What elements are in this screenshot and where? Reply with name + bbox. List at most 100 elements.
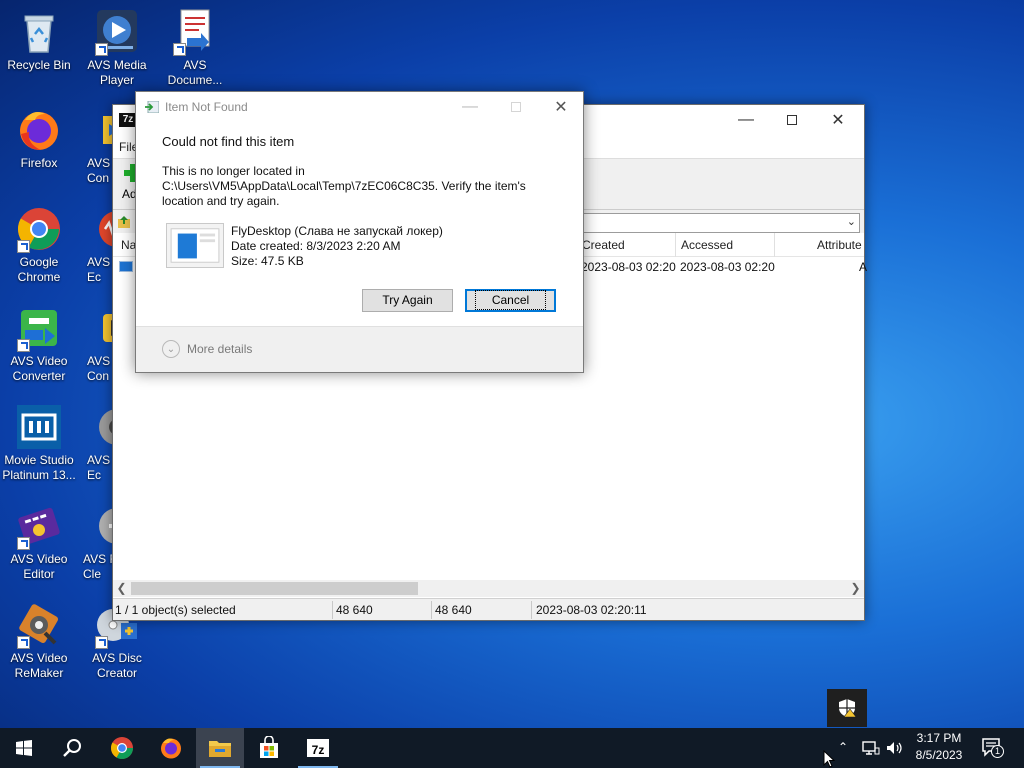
clock-date: 8/5/2023 bbox=[915, 748, 963, 762]
file-thumbnail bbox=[166, 223, 224, 268]
chrome-icon bbox=[111, 737, 133, 759]
taskbar: 7z ⌃ 3:17 PM 8/5/2023 1 bbox=[0, 728, 1024, 768]
taskbar-firefox[interactable] bbox=[147, 728, 195, 768]
file-date-created: Date created: 8/3/2023 2:20 AM bbox=[231, 239, 401, 253]
firefox-icon bbox=[15, 106, 63, 154]
maximize-icon bbox=[787, 115, 797, 125]
file-move-icon bbox=[145, 100, 160, 114]
close-icon: ✕ bbox=[554, 99, 568, 116]
desktop-icon-label: AVS Video Converter bbox=[10, 354, 68, 383]
start-button[interactable] bbox=[0, 728, 48, 768]
avs-media-player-icon bbox=[93, 8, 141, 56]
more-details-toggle[interactable]: ⌄ More details bbox=[162, 340, 252, 358]
item-not-found-dialog[interactable]: Item Not Found — ✕ Could not find this i… bbox=[135, 91, 584, 373]
scroll-right-icon[interactable]: ❯ bbox=[847, 580, 864, 597]
column-created[interactable]: Created bbox=[582, 238, 625, 252]
desktop-icon-movie-studio[interactable]: Movie Studio Platinum 13... bbox=[1, 403, 77, 483]
dialog-titlebar[interactable]: Item Not Found — ✕ bbox=[136, 92, 583, 122]
show-hidden-icons-chevron-up-icon[interactable]: ⌃ bbox=[838, 740, 848, 754]
cancel-button[interactable]: Cancel bbox=[465, 289, 556, 312]
file-icon bbox=[119, 261, 133, 272]
minimize-button[interactable]: — bbox=[723, 105, 769, 135]
desktop-icon-label: Movie Studio Platinum 13... bbox=[2, 453, 76, 482]
desktop-icon-avs-video-editor[interactable]: AVS Video Editor bbox=[1, 502, 77, 582]
dialog-footer: ⌄ More details bbox=[136, 326, 583, 372]
more-details-label: More details bbox=[187, 342, 253, 356]
desktop-icon-label: AVS Docume... bbox=[167, 58, 223, 87]
store-icon bbox=[260, 736, 278, 758]
close-icon: ✕ bbox=[831, 112, 845, 129]
up-folder-icon[interactable] bbox=[117, 215, 131, 229]
column-accessed[interactable]: Accessed bbox=[681, 238, 733, 252]
close-button[interactable]: ✕ bbox=[538, 92, 584, 122]
taskbar-7zip[interactable]: 7z bbox=[294, 728, 342, 768]
chevron-down-icon[interactable]: ⌄ bbox=[847, 215, 856, 228]
chevron-down-icon: ⌄ bbox=[162, 340, 180, 358]
shortcut-arrow-icon bbox=[17, 636, 30, 649]
desktop-icon-avs-video-remaker[interactable]: AVS Video ReMaker bbox=[1, 601, 77, 681]
desktop-icon-avs-document[interactable]: AVS Docume... bbox=[157, 8, 233, 88]
clock[interactable]: 3:17 PM 8/5/2023 bbox=[906, 731, 972, 762]
cell-created: 2023-08-03 02:20 bbox=[581, 260, 676, 274]
search-button[interactable] bbox=[48, 728, 96, 768]
scroll-left-icon[interactable]: ❮ bbox=[113, 580, 130, 597]
try-again-button[interactable]: Try Again bbox=[362, 289, 453, 312]
minimize-icon: — bbox=[462, 98, 478, 115]
status-modified: 2023-08-03 02:20:11 bbox=[536, 603, 647, 617]
shortcut-arrow-icon bbox=[17, 240, 30, 253]
minimize-button[interactable]: — bbox=[447, 92, 493, 122]
close-button[interactable]: ✕ bbox=[815, 105, 861, 135]
shortcut-arrow-icon bbox=[17, 537, 30, 550]
desktop-icon-label: AVS Media Player bbox=[87, 58, 147, 87]
file-info: FlyDesktop (Слава не запускай локер) Dat… bbox=[231, 224, 443, 269]
maximize-button-disabled bbox=[493, 92, 539, 122]
desktop-icon-label: Google Chrome bbox=[17, 255, 61, 284]
desktop-icon-label: AVS Video Editor bbox=[10, 552, 68, 581]
desktop-icon-label: Cle bbox=[83, 567, 102, 581]
desktop-icon-label: Ec bbox=[87, 270, 102, 284]
window-file-icon bbox=[170, 228, 220, 263]
avs-document-converter-icon bbox=[171, 8, 219, 56]
start-icon bbox=[16, 740, 32, 756]
column-divider[interactable] bbox=[774, 233, 775, 257]
desktop-icon-avs-media-player[interactable]: AVS Media Player bbox=[79, 8, 155, 88]
security-notification[interactable] bbox=[827, 689, 867, 727]
desktop-icon-label: AVS bbox=[87, 156, 111, 170]
desktop-icon-label: AVS bbox=[87, 453, 111, 467]
desktop-icon-label: AVS bbox=[87, 354, 111, 368]
desktop-icon-label: Firefox bbox=[20, 156, 58, 170]
desktop-icon-chrome[interactable]: Google Chrome bbox=[1, 205, 77, 285]
shortcut-arrow-icon bbox=[95, 636, 108, 649]
taskbar-chrome[interactable] bbox=[98, 728, 146, 768]
taskbar-file-explorer[interactable] bbox=[196, 728, 244, 768]
status-divider bbox=[332, 601, 333, 619]
try-again-label: Try Again bbox=[382, 293, 433, 307]
movie-studio-icon bbox=[15, 403, 63, 451]
notification-count-badge: 1 bbox=[991, 745, 1004, 758]
horizontal-scrollbar[interactable]: ❮ ❯ bbox=[113, 580, 864, 597]
dialog-message: This is no longer located in C:\Users\VM… bbox=[162, 164, 526, 208]
action-center-button[interactable]: 1 bbox=[982, 738, 1004, 758]
status-bar: 1 / 1 object(s) selected 48 640 48 640 2… bbox=[113, 598, 864, 620]
volume-icon[interactable] bbox=[886, 740, 904, 759]
desktop-icon-avs-video-converter[interactable]: AVS Video Converter bbox=[1, 304, 77, 384]
taskbar-store[interactable] bbox=[245, 728, 293, 768]
desktop-icon-label: AVS Video ReMaker bbox=[10, 651, 68, 680]
status-packed-size: 48 640 bbox=[435, 603, 472, 617]
desktop-icon-firefox[interactable]: Firefox bbox=[1, 106, 77, 171]
firefox-icon bbox=[161, 738, 181, 759]
network-icon[interactable] bbox=[862, 740, 880, 759]
cancel-label: Cancel bbox=[474, 290, 547, 310]
status-divider bbox=[431, 601, 432, 619]
chrome-icon bbox=[15, 205, 63, 253]
mouse-cursor-icon bbox=[823, 750, 835, 768]
column-attributes[interactable]: Attribute bbox=[817, 238, 862, 252]
desktop-icon-label: AVS Disc Creator bbox=[92, 651, 142, 680]
desktop-icon-label: AVS bbox=[87, 255, 111, 269]
desktop-icon-label: Con bbox=[87, 369, 110, 383]
scrollbar-thumb[interactable] bbox=[131, 582, 418, 595]
desktop-icon-recycle-bin[interactable]: Recycle Bin bbox=[1, 8, 77, 73]
maximize-button[interactable] bbox=[769, 105, 815, 135]
column-divider[interactable] bbox=[675, 233, 676, 257]
shield-warning-icon bbox=[839, 699, 857, 718]
